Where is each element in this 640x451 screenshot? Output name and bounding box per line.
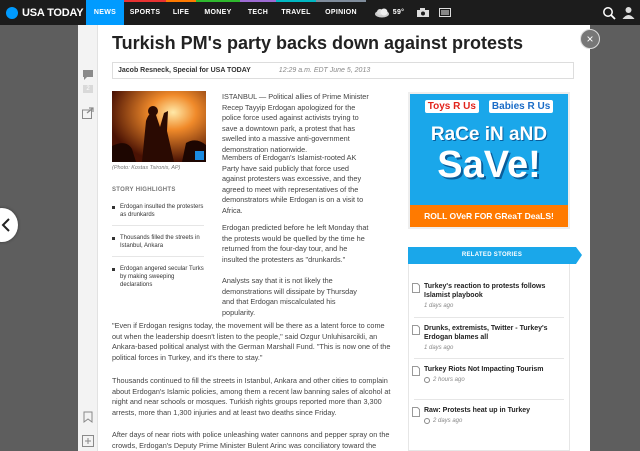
nav-news-label: NEWS (93, 9, 117, 16)
related-story-time: 1 days ago (424, 303, 570, 309)
nav-video[interactable] (434, 0, 456, 25)
nav-life-label: LIFE (172, 9, 190, 16)
photo-caption: (Photo: Kostas Tsironis, AP) (112, 165, 181, 171)
document-icon (412, 366, 420, 376)
divider (414, 399, 564, 400)
tv-icon (439, 8, 451, 17)
nav-tech[interactable]: TECH (240, 0, 276, 25)
paragraph: After days of near riots with police unl… (112, 430, 390, 450)
paragraph: "Even if Erdogan resigns today, the move… (112, 321, 391, 362)
share-rail: 2 (78, 25, 98, 451)
usatoday-logo[interactable]: USA TODAY (0, 0, 86, 25)
nav-sports-label: SPORTS (129, 9, 161, 16)
nav-travel-label: TRAVEL (281, 9, 311, 16)
comment-icon[interactable] (82, 69, 94, 81)
expand-icon[interactable] (82, 435, 94, 447)
paragraph: ISTANBUL — Political allies of Prime Min… (222, 92, 369, 154)
related-story-time: 1 days ago (424, 345, 570, 351)
highlights-title: STORY HIGHLIGHTS (112, 187, 176, 193)
nav-life[interactable]: LIFE (166, 0, 196, 25)
nav-weather[interactable]: 59° (366, 0, 412, 25)
ad-brands: Toys R Us Babies R Us (410, 100, 568, 113)
logo-dot-icon (6, 6, 18, 19)
expand-photo-icon[interactable] (195, 151, 204, 160)
clock-icon (424, 377, 430, 383)
paragraph: Members of Erdogan's Islamist-rooted AK … (222, 153, 364, 215)
nav-news[interactable]: NEWS (86, 0, 124, 25)
share-icon[interactable] (82, 107, 94, 119)
time-ago: 1 days ago (424, 345, 454, 351)
ad-brand-babiesrus: Babies R Us (488, 100, 554, 113)
author[interactable]: Jacob Resneck, Special for USA TODAY (118, 67, 251, 74)
article-photo[interactable] (112, 91, 206, 162)
article-title: Turkish PM's party backs down against pr… (112, 33, 524, 53)
weather-cloud-icon (374, 8, 389, 17)
paragraph: Erdogan predicted before he left Monday … (222, 223, 369, 264)
byline: Jacob Resneck, Special for USA TODAY 12:… (112, 62, 574, 79)
ad-headline: RaCe iN aND (430, 124, 548, 145)
divider (112, 225, 204, 226)
close-icon: × (586, 32, 594, 46)
bookmark-icon[interactable] (82, 411, 94, 423)
related-story[interactable]: Drunks, extremists, Twitter - Turkey's E… (412, 324, 570, 351)
nav-camera[interactable] (412, 0, 434, 25)
divider (414, 317, 564, 318)
related-story-title[interactable]: Drunks, extremists, Twitter - Turkey's E… (424, 324, 570, 342)
nav-sports[interactable]: SPORTS (124, 0, 166, 25)
related-story-title[interactable]: Turkey's reaction to protests follows Is… (424, 282, 570, 300)
camera-icon (417, 8, 429, 17)
paragraph: Thousands continued to fill the streets … (112, 376, 391, 417)
temperature: 59° (392, 9, 405, 16)
related-story[interactable]: Turkey Riots Not Impacting Tourism 2 hou… (412, 365, 570, 383)
user-icon[interactable] (622, 6, 635, 19)
related-story-title[interactable]: Raw: Protests heat up in Turkey (424, 406, 570, 415)
time-ago: 2 hours ago (433, 377, 465, 383)
nav-money[interactable]: MONEY (196, 0, 240, 25)
chevron-left-icon (1, 218, 10, 232)
close-button[interactable]: × (580, 29, 600, 49)
document-icon (412, 325, 420, 335)
search-icon[interactable] (602, 6, 616, 20)
ad-brand-toysrus: Toys R Us (424, 100, 479, 113)
article-content: Turkish PM's party backs down against pr… (98, 25, 590, 451)
protest-photo-image (112, 91, 206, 162)
divider (112, 256, 204, 257)
nav-opinion[interactable]: OPINION (316, 0, 366, 25)
divider (414, 358, 564, 359)
nav-tech-label: TECH (247, 9, 269, 16)
nav-money-label: MONEY (204, 9, 232, 16)
comment-count: 2 (83, 85, 93, 93)
related-story-title[interactable]: Turkey Riots Not Impacting Tourism (424, 365, 570, 374)
overlay-right (590, 25, 640, 451)
nav-travel[interactable]: TRAVEL (276, 0, 316, 25)
publish-date: 12:29 a.m. EDT June 5, 2013 (278, 67, 371, 74)
time-ago: 1 days ago (424, 303, 454, 309)
paragraph: Analysts say that it is not likely the d… (222, 276, 357, 317)
related-story[interactable]: Turkey's reaction to protests follows Is… (412, 282, 570, 309)
document-icon (412, 283, 420, 293)
clock-icon (424, 418, 430, 424)
related-stories-header: RELATED STORIES (408, 247, 582, 264)
related-story-time: 2 hours ago (424, 377, 570, 383)
related-story-time: 2 days ago (424, 418, 570, 424)
ad-save-text: SaVe! (437, 144, 541, 186)
document-icon (412, 407, 420, 417)
related-story[interactable]: Raw: Protests heat up in Turkey 2 days a… (412, 406, 570, 424)
nav-opinion-label: OPINION (325, 9, 357, 16)
logo-text: USA TODAY (22, 6, 84, 19)
ad-cta[interactable]: ROLL OVeR FOR GReaT DeaLS! (410, 205, 568, 227)
time-ago: 2 days ago (433, 418, 463, 424)
highlight-item: Erdogan insulted the protesters as drunk… (112, 203, 208, 219)
article-modal: 2 Turkish PM's party backs down against … (78, 25, 590, 451)
highlight-item: Erdogan angered secular Turks by making … (112, 265, 208, 289)
top-nav: USA TODAY NEWS SPORTS LIFE MONEY TECH TR… (0, 0, 640, 25)
highlight-item: Thousands filled the streets in Istanbul… (112, 234, 208, 250)
advertisement[interactable]: Toys R Us Babies R Us RaCe iN aND SaVe! … (408, 92, 570, 229)
